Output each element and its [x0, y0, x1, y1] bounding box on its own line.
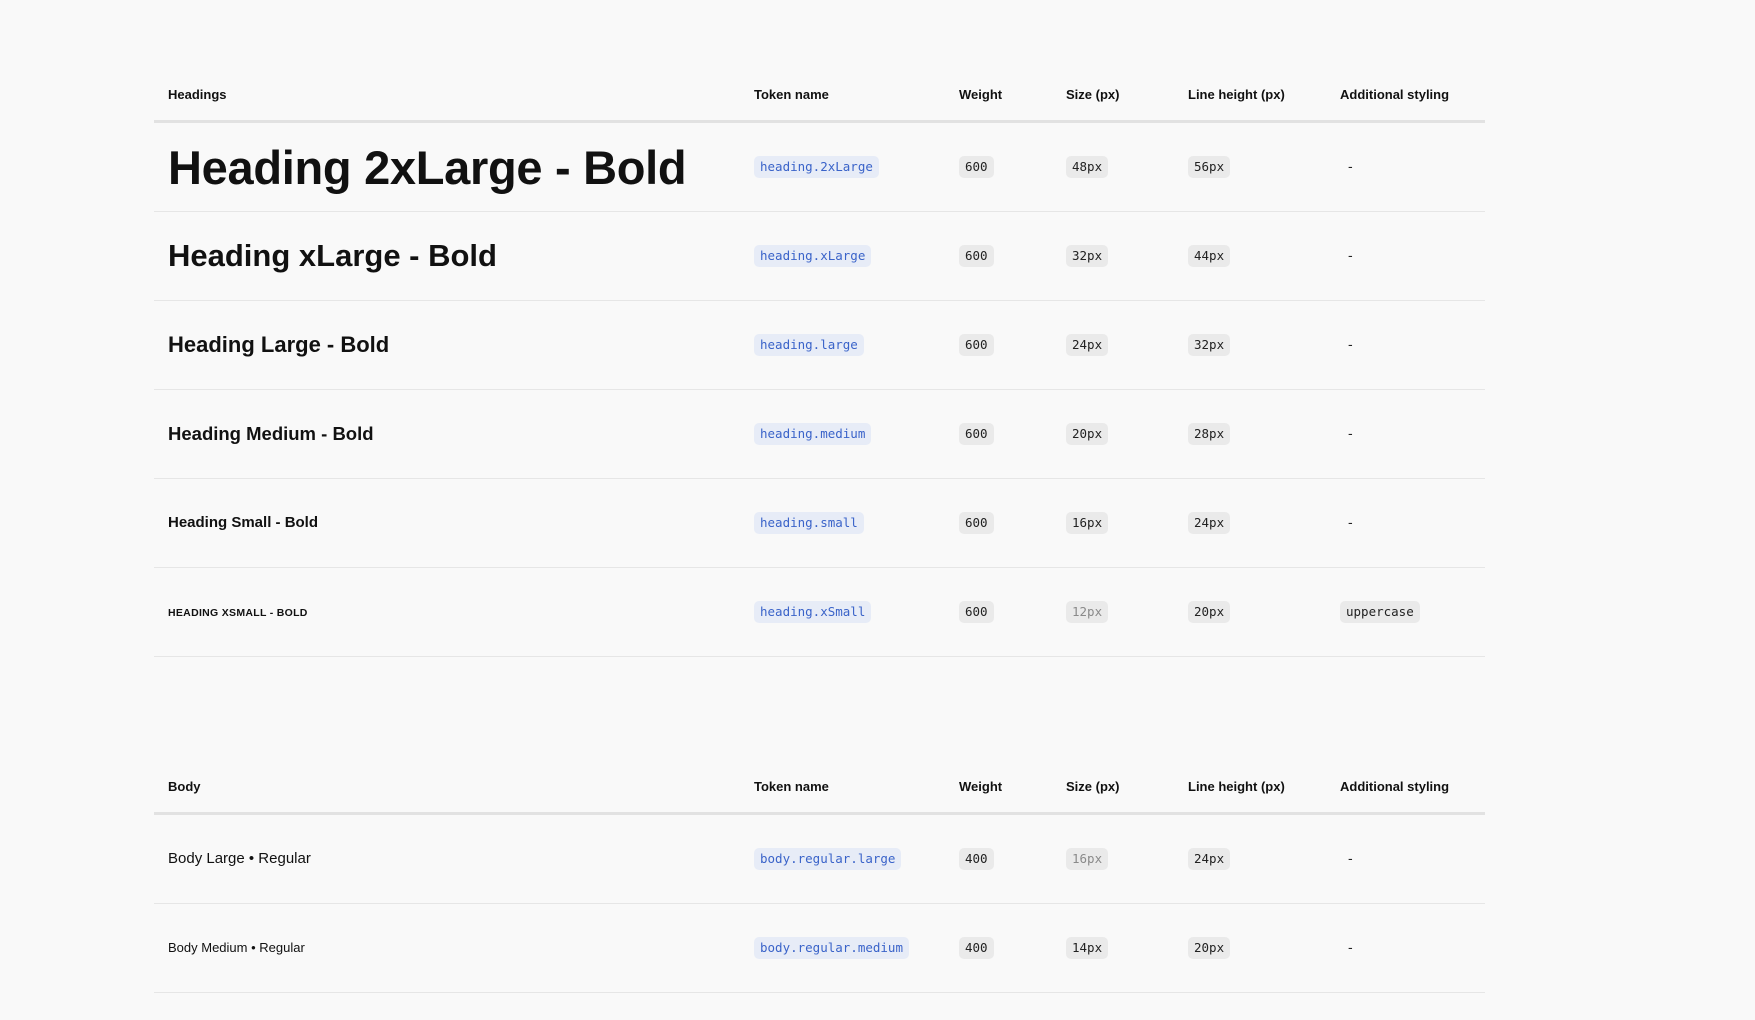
type-sample: Body Medium • Regular	[168, 940, 305, 955]
column-header-token-name: Token name	[740, 760, 945, 815]
styling-value: -	[1348, 939, 1353, 955]
type-sample: Heading Small - Bold	[168, 514, 319, 531]
styling-value: -	[1348, 247, 1353, 263]
type-sample: Heading 2xLarge - Bold	[168, 140, 687, 194]
column-header-line-height: Line height (px)	[1174, 68, 1326, 123]
table-row: Heading Small - Bold heading.small 600 1…	[154, 478, 1485, 568]
line-height-chip: 20px	[1188, 937, 1231, 959]
weight-chip: 600	[959, 512, 994, 534]
token-chip: heading.xLarge	[754, 245, 872, 267]
token-chip: heading.xSmall	[754, 601, 872, 623]
weight-chip: 400	[959, 937, 994, 959]
line-height-chip: 56px	[1188, 156, 1231, 178]
token-chip: heading.large	[754, 334, 864, 356]
type-sample: Heading xSmall - Bold	[168, 607, 308, 619]
column-header-size: Size (px)	[1052, 68, 1174, 123]
token-chip: heading.small	[754, 512, 864, 534]
type-sample: Heading Medium - Bold	[168, 423, 374, 444]
size-chip: 48px	[1066, 156, 1109, 178]
typography-spec: Headings Token name Weight Size (px) Lin…	[154, 68, 1485, 993]
line-height-chip: 24px	[1188, 512, 1231, 534]
line-height-chip: 20px	[1188, 601, 1231, 623]
headings-table: Headings Token name Weight Size (px) Lin…	[154, 68, 1485, 657]
size-chip: 16px	[1066, 848, 1109, 870]
weight-chip: 600	[959, 334, 994, 356]
size-chip: 20px	[1066, 423, 1109, 445]
token-chip: body.regular.large	[754, 848, 902, 870]
line-height-chip: 28px	[1188, 423, 1231, 445]
column-header-headings: Headings	[154, 68, 740, 123]
weight-chip: 600	[959, 601, 994, 623]
weight-chip: 600	[959, 156, 994, 178]
table-row: Heading Large - Bold heading.large 600 2…	[154, 300, 1485, 390]
token-chip: heading.medium	[754, 423, 872, 445]
column-header-size: Size (px)	[1052, 760, 1174, 815]
token-chip: heading.2xLarge	[754, 156, 879, 178]
table-row: Heading Medium - Bold heading.medium 600…	[154, 389, 1485, 479]
line-height-chip: 44px	[1188, 245, 1231, 267]
size-chip: 16px	[1066, 512, 1109, 534]
size-chip: 14px	[1066, 937, 1109, 959]
column-header-additional-styling: Additional styling	[1326, 68, 1485, 123]
column-header-body: Body	[154, 760, 740, 815]
styling-value: -	[1348, 425, 1353, 441]
column-header-line-height: Line height (px)	[1174, 760, 1326, 815]
line-height-chip: 24px	[1188, 848, 1231, 870]
type-sample: Body Large • Regular	[168, 850, 311, 867]
styling-value: -	[1348, 850, 1353, 866]
table-row: Body Large • Regular body.regular.large …	[154, 813, 1485, 904]
type-sample: Heading xLarge - Bold	[168, 238, 497, 273]
table-row: Heading xLarge - Bold heading.xLarge 600…	[154, 211, 1485, 301]
styling-value: -	[1348, 158, 1353, 174]
table-header-row: Headings Token name Weight Size (px) Lin…	[154, 68, 1485, 123]
token-chip: body.regular.medium	[754, 937, 909, 959]
column-header-weight: Weight	[945, 68, 1052, 123]
column-header-weight: Weight	[945, 760, 1052, 815]
table-header-row: Body Token name Weight Size (px) Line he…	[154, 760, 1485, 815]
table-row: Body Medium • Regular body.regular.mediu…	[154, 903, 1485, 993]
body-table: Body Token name Weight Size (px) Line he…	[154, 760, 1485, 993]
weight-chip: 600	[959, 423, 994, 445]
line-height-chip: 32px	[1188, 334, 1231, 356]
weight-chip: 600	[959, 245, 994, 267]
type-sample: Heading Large - Bold	[168, 332, 390, 357]
size-chip: 12px	[1066, 601, 1109, 623]
styling-value: -	[1348, 336, 1353, 352]
table-row: Heading xSmall - Bold heading.xSmall 600…	[154, 567, 1485, 657]
column-header-token-name: Token name	[740, 68, 945, 123]
weight-chip: 400	[959, 848, 994, 870]
column-header-additional-styling: Additional styling	[1326, 760, 1485, 815]
styling-chip: uppercase	[1340, 601, 1420, 623]
styling-value: -	[1348, 514, 1353, 530]
size-chip: 24px	[1066, 334, 1109, 356]
table-row: Heading 2xLarge - Bold heading.2xLarge 6…	[154, 121, 1485, 212]
size-chip: 32px	[1066, 245, 1109, 267]
